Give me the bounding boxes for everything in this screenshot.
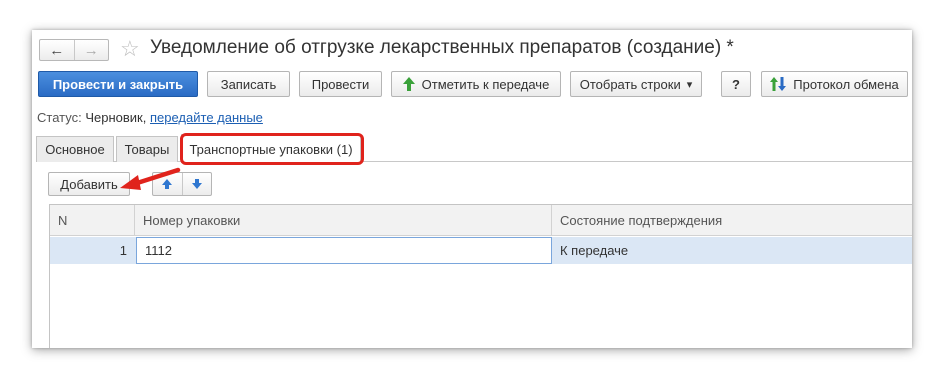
column-header-package-number-label: Номер упаковки xyxy=(143,213,241,228)
row-number-cell: 1 xyxy=(119,243,127,258)
tab-goods[interactable]: Товары xyxy=(116,136,178,162)
help-label: ? xyxy=(732,76,740,92)
move-up-icon[interactable] xyxy=(153,173,182,195)
tab-bar: Основное Товары Транспортные упаковки (1… xyxy=(36,134,912,163)
column-header-n-label: N xyxy=(58,213,68,228)
transfer-data-link[interactable]: передайте данные xyxy=(150,110,263,125)
chevron-down-icon: ▾ xyxy=(686,78,693,91)
mark-transfer-button[interactable]: Отметить к передаче xyxy=(391,71,561,97)
navigation-buttons: ← → xyxy=(39,39,109,61)
back-icon[interactable]: ← xyxy=(40,40,74,60)
status-value: Черновик, xyxy=(85,110,147,125)
arrow-up-green-icon xyxy=(402,77,415,91)
post-and-close-button[interactable]: Провести и закрыть xyxy=(38,71,198,97)
tab-goods-label: Товары xyxy=(124,142,170,157)
column-header-state[interactable]: Состояние подтверждения xyxy=(552,205,912,236)
post-and-close-label: Провести и закрыть xyxy=(52,76,184,92)
column-header-state-label: Состояние подтверждения xyxy=(560,213,723,228)
exchange-log-button[interactable]: Протокол обмена xyxy=(761,71,908,97)
move-buttons xyxy=(152,172,212,196)
post-button[interactable]: Провести xyxy=(299,71,382,97)
package-number-cell[interactable]: 1112 xyxy=(136,237,552,264)
forward-icon[interactable]: → xyxy=(73,40,109,60)
move-down-icon[interactable] xyxy=(181,173,212,195)
tab-main[interactable]: Основное xyxy=(36,136,114,162)
save-label: Записать xyxy=(220,76,277,92)
status-label: Статус: xyxy=(37,110,82,125)
title-bar: ← → ☆ Уведомление об отгрузке лекарствен… xyxy=(32,30,912,68)
help-button[interactable]: ? xyxy=(721,71,751,97)
packages-table: N Номер упаковки Состояние подтверждения… xyxy=(49,204,912,348)
page-title: Уведомление об отгрузке лекарственных пр… xyxy=(150,37,734,58)
document-window: ← → ☆ Уведомление об отгрузке лекарствен… xyxy=(32,30,912,348)
exchange-arrows-icon xyxy=(770,76,787,92)
table-header: N Номер упаковки Состояние подтверждения xyxy=(50,205,912,236)
tab-highlight-frame xyxy=(180,133,364,165)
tab-main-label: Основное xyxy=(45,142,105,157)
exchange-log-label: Протокол обмена xyxy=(793,76,899,92)
table-row[interactable]: 1 1112 К передаче xyxy=(50,237,912,264)
column-header-n[interactable]: N xyxy=(50,205,135,236)
post-label: Провести xyxy=(311,76,370,92)
mark-transfer-label: Отметить к передаче xyxy=(421,76,550,92)
status-line: Статус: Черновик, передайте данные xyxy=(37,110,263,125)
select-rows-button[interactable]: Отобрать строки ▾ xyxy=(570,71,702,97)
column-header-package-number[interactable]: Номер упаковки xyxy=(135,205,552,236)
favorite-star-icon[interactable]: ☆ xyxy=(120,36,140,62)
save-button[interactable]: Записать xyxy=(207,71,290,97)
add-label: Добавить xyxy=(60,176,118,192)
state-cell: К передаче xyxy=(560,243,629,258)
select-rows-label: Отобрать строки xyxy=(579,76,681,92)
add-button[interactable]: Добавить xyxy=(48,172,130,196)
